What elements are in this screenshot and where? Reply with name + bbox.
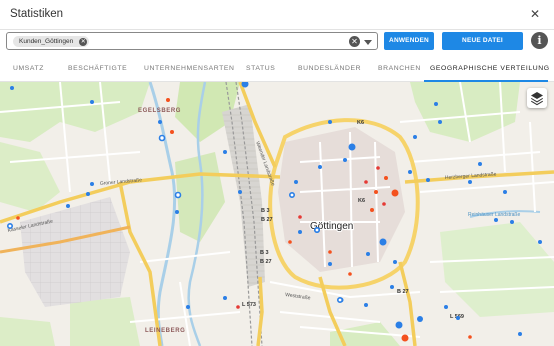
customer-marker	[376, 166, 380, 170]
dataset-chip: Kunden_Göttingen ✕	[13, 36, 90, 47]
customer-marker	[510, 220, 514, 224]
district-label: LEINEBERG	[145, 328, 185, 334]
customer-marker	[503, 190, 507, 194]
customer-marker	[236, 305, 240, 309]
customer-marker	[468, 180, 472, 184]
customer-marker	[370, 208, 374, 212]
customer-marker	[444, 305, 448, 309]
customer-marker	[538, 240, 542, 244]
customer-marker	[90, 182, 94, 186]
road-ref: K6	[358, 198, 365, 204]
customer-marker	[336, 297, 343, 304]
customer-marker	[518, 332, 522, 336]
road-ref: B 3	[260, 250, 269, 256]
customer-marker	[390, 285, 394, 289]
customer-marker	[170, 130, 174, 134]
chevron-down-icon[interactable]	[364, 40, 372, 45]
customer-marker	[374, 190, 378, 194]
customer-marker	[318, 165, 322, 169]
customer-marker	[186, 305, 190, 309]
apply-button[interactable]: ANWENDEN	[384, 32, 434, 50]
customer-marker	[298, 230, 302, 234]
customer-marker	[16, 216, 20, 220]
clear-selection-icon[interactable]: ✕	[349, 36, 360, 47]
customer-marker	[298, 215, 302, 219]
tab-bundeslaender[interactable]: BUNDESLÄNDER	[298, 65, 361, 72]
customer-marker	[366, 252, 370, 256]
customer-marker	[364, 180, 368, 184]
map-canvas[interactable]: Groner Landstraße Kasseler Landstraße He…	[0, 82, 554, 346]
customer-marker	[343, 158, 347, 162]
street-label: Reinhäuser Landstraße	[468, 212, 520, 218]
tab-status[interactable]: STATUS	[246, 65, 275, 72]
dialog-title: Statistiken	[10, 8, 64, 20]
customer-marker	[364, 303, 368, 307]
customer-marker	[7, 223, 14, 230]
road-ref: B 27	[397, 289, 409, 295]
customer-marker	[288, 192, 295, 199]
district-label: EGELSBERG	[138, 108, 181, 114]
customer-marker	[10, 86, 14, 90]
tab-umsatz[interactable]: UMSATZ	[13, 65, 44, 72]
customer-marker	[313, 227, 320, 234]
tab-geographische-verteilung[interactable]: GEOGRAPHISCHE VERTEILUNG	[430, 65, 550, 72]
customer-marker	[223, 150, 227, 154]
close-icon[interactable]: ✕	[530, 7, 540, 21]
road-ref: B 3	[261, 208, 270, 214]
customer-marker	[417, 316, 423, 322]
customer-marker	[478, 162, 482, 166]
customer-marker	[382, 202, 386, 206]
chip-remove-icon[interactable]: ✕	[79, 37, 88, 46]
customer-marker	[90, 100, 94, 104]
customer-marker	[438, 120, 442, 124]
filter-row: Kunden_Göttingen ✕ ✕ ANWENDEN NEUE DATEI…	[0, 30, 554, 62]
customer-marker	[426, 178, 430, 182]
statistics-dialog: Statistiken ✕ Kunden_Göttingen ✕ ✕ ANWEN…	[0, 0, 554, 346]
tab-branchen[interactable]: BRANCHEN	[378, 65, 421, 72]
customer-marker	[66, 204, 70, 208]
road-ref: L 573	[242, 302, 256, 308]
customer-marker	[393, 260, 397, 264]
customer-marker	[166, 98, 170, 102]
info-icon[interactable]: i	[531, 32, 548, 49]
road-ref: B 27	[260, 259, 272, 265]
tab-unternehmensarten[interactable]: UNTERNEHMENSARTEN	[144, 65, 235, 72]
customer-marker	[468, 335, 472, 339]
select-file-button[interactable]: NEUE DATEI AUSWÄHLEN	[442, 32, 523, 62]
customer-marker	[223, 296, 227, 300]
customer-marker	[456, 316, 460, 320]
road-ref: B 27	[261, 217, 273, 223]
customer-marker	[348, 143, 356, 151]
customer-marker	[158, 120, 162, 124]
customer-marker	[401, 334, 409, 342]
customer-marker	[395, 321, 403, 329]
map-view[interactable]: Groner Landstraße Kasseler Landstraße He…	[0, 82, 554, 346]
road-ref: K6	[357, 120, 364, 126]
dialog-header: Statistiken ✕	[0, 0, 554, 30]
customer-marker	[328, 262, 332, 266]
customer-marker	[158, 134, 166, 142]
customer-marker	[494, 218, 498, 222]
dataset-chip-label: Kunden_Göttingen	[19, 38, 74, 45]
customer-marker	[328, 250, 332, 254]
tab-bar: UMSATZ BESCHÄFTIGTE UNTERNEHMENSARTEN ST…	[0, 56, 554, 82]
customer-marker	[348, 272, 352, 276]
customer-marker	[434, 102, 438, 106]
dataset-select[interactable]: Kunden_Göttingen ✕ ✕	[6, 32, 378, 50]
customer-marker	[86, 192, 90, 196]
customer-marker	[238, 190, 242, 194]
customer-marker	[408, 170, 412, 174]
customer-marker	[174, 191, 182, 199]
customer-marker	[391, 189, 399, 197]
customer-marker	[379, 238, 387, 246]
layers-icon[interactable]	[527, 88, 547, 108]
customer-marker	[413, 135, 417, 139]
customer-marker	[328, 120, 332, 124]
customer-marker	[294, 180, 298, 184]
customer-marker	[384, 176, 388, 180]
tab-beschaeftigte[interactable]: BESCHÄFTIGTE	[68, 65, 127, 72]
customer-marker	[288, 240, 292, 244]
customer-marker	[175, 210, 179, 214]
